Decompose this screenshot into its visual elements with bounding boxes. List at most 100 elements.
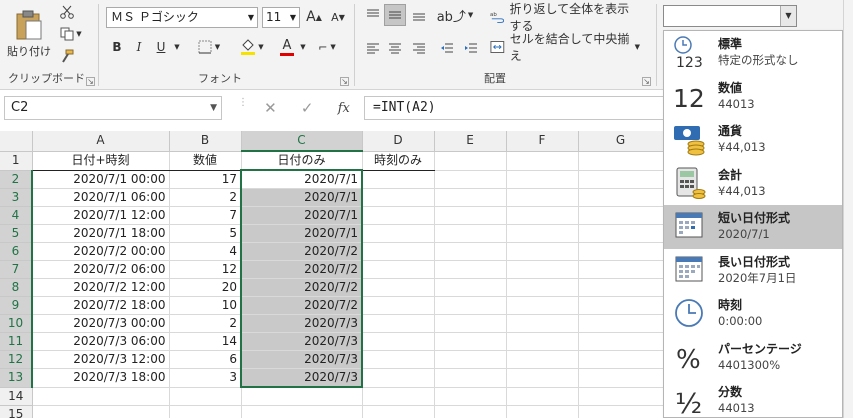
cell-date-only[interactable]: 2020/7/2 <box>240 260 363 279</box>
cell-time-only[interactable] <box>362 170 435 189</box>
cell[interactable] <box>578 170 664 189</box>
cell-date-time[interactable]: 2020/7/3 00:00 <box>32 314 170 333</box>
cell[interactable] <box>434 314 507 333</box>
format-painter-button[interactable] <box>56 46 78 66</box>
cell-date-time[interactable]: 2020/7/2 06:00 <box>32 260 170 279</box>
cell[interactable] <box>434 332 507 351</box>
cell-value[interactable]: 17 <box>169 170 242 189</box>
cell[interactable] <box>506 260 579 279</box>
underline-button[interactable]: U <box>152 38 170 56</box>
increase-indent-button[interactable] <box>460 38 482 58</box>
row-header[interactable]: 6 <box>0 242 33 261</box>
number-format-option[interactable]: 時刻 0:00:00 <box>664 292 842 336</box>
shrink-font-button[interactable]: A ▼ <box>328 7 348 27</box>
cell[interactable] <box>434 242 507 261</box>
cell[interactable] <box>506 170 579 189</box>
cell[interactable] <box>578 260 664 279</box>
cell[interactable] <box>506 224 579 243</box>
cell-time-only[interactable] <box>362 206 435 225</box>
cell[interactable] <box>362 405 435 418</box>
cell-date-time[interactable]: 2020/7/3 18:00 <box>32 368 170 388</box>
cell-date-time[interactable]: 2020/7/1 00:00 <box>32 170 170 189</box>
number-format-option[interactable]: 123 標準 特定の形式なし <box>664 31 842 75</box>
cell[interactable] <box>241 387 363 406</box>
name-box[interactable]: C2 ▼ <box>4 96 222 120</box>
align-middle-button[interactable] <box>384 4 406 26</box>
orientation-button[interactable]: ab⤴ ▼ <box>437 4 474 26</box>
column-header-e[interactable]: E <box>434 131 507 152</box>
cell-date-only[interactable]: 2020/7/3 <box>240 314 363 333</box>
grow-font-button[interactable]: A ▲ <box>304 7 324 27</box>
cell[interactable] <box>506 405 579 418</box>
italic-button[interactable]: I <box>130 38 148 56</box>
cell[interactable] <box>362 387 435 406</box>
font-launcher-icon[interactable]: ↘ <box>340 77 349 86</box>
number-format-option[interactable]: ½ 分数 44013 <box>664 379 842 417</box>
formula-input[interactable]: =INT(A2) <box>364 96 663 120</box>
row-header[interactable]: 12 <box>0 350 33 369</box>
cell-c1[interactable]: 日付のみ <box>241 151 363 171</box>
cut-button[interactable] <box>56 2 78 22</box>
cell[interactable] <box>578 206 664 225</box>
cell[interactable] <box>578 350 664 369</box>
font-name-select[interactable]: ＭＳ Ｐゴシック ▼ <box>106 7 258 28</box>
cell-value[interactable]: 2 <box>169 314 242 333</box>
cell[interactable] <box>434 387 507 406</box>
cell[interactable] <box>506 188 579 207</box>
row-header[interactable]: 9 <box>0 296 33 315</box>
row-header[interactable]: 1 <box>0 151 33 171</box>
row-header[interactable]: 15 <box>0 405 33 418</box>
number-format-option[interactable]: % パーセンテージ 4401300% <box>664 336 842 380</box>
font-size-select[interactable]: 11 ▼ <box>262 7 300 28</box>
cell[interactable] <box>506 332 579 351</box>
align-bottom-button[interactable] <box>408 4 430 26</box>
merge-center-button[interactable]: セルを結合して中央揃え ▼ <box>490 32 640 63</box>
column-header-a[interactable]: A <box>32 131 170 152</box>
cell-value[interactable]: 2 <box>169 188 242 207</box>
cell-date-only[interactable]: 2020/7/2 <box>240 278 363 297</box>
cell[interactable] <box>506 368 579 388</box>
cell-date-only[interactable]: 2020/7/3 <box>240 332 363 351</box>
cell[interactable] <box>32 405 170 418</box>
select-all-button[interactable] <box>0 131 33 152</box>
align-right-button[interactable] <box>408 38 430 58</box>
cell-date-time[interactable]: 2020/7/2 00:00 <box>32 242 170 261</box>
column-header-b[interactable]: B <box>169 131 242 152</box>
cell-b1[interactable]: 数値 <box>169 151 242 171</box>
row-header[interactable]: 14 <box>0 387 33 406</box>
number-format-option[interactable]: 短い日付形式 2020/7/1 <box>664 205 842 249</box>
cell[interactable] <box>506 350 579 369</box>
cell[interactable] <box>578 278 664 297</box>
cell-date-time[interactable]: 2020/7/2 18:00 <box>32 296 170 315</box>
cell-value[interactable]: 5 <box>169 224 242 243</box>
bold-button[interactable]: B <box>108 38 126 56</box>
cell[interactable] <box>506 387 579 406</box>
number-format-option[interactable]: 会計 ¥44,013 <box>664 162 842 206</box>
formula-bar-grip[interactable]: ⋮ <box>238 98 248 116</box>
number-format-select[interactable]: ▼ <box>663 5 797 27</box>
cell-date-only[interactable]: 2020/7/1 <box>240 224 363 243</box>
cell[interactable] <box>241 405 363 418</box>
cell-time-only[interactable] <box>362 188 435 207</box>
phonetic-button[interactable]: ⌐ ▼ <box>314 38 340 56</box>
cell-date-only[interactable]: 2020/7/3 <box>240 368 363 388</box>
cell[interactable] <box>434 206 507 225</box>
column-header-d[interactable]: D <box>362 131 435 152</box>
row-header[interactable]: 10 <box>0 314 33 333</box>
cell-time-only[interactable] <box>362 296 435 315</box>
cell-date-only[interactable]: 2020/7/1 <box>240 169 363 189</box>
row-header[interactable]: 2 <box>0 170 33 189</box>
cell[interactable] <box>434 296 507 315</box>
cell[interactable] <box>506 278 579 297</box>
cell-date-only[interactable]: 2020/7/1 <box>240 188 363 207</box>
cell-time-only[interactable] <box>362 278 435 297</box>
cell[interactable] <box>578 368 664 388</box>
cell[interactable] <box>506 314 579 333</box>
cell-time-only[interactable] <box>362 260 435 279</box>
cell-date-only[interactable]: 2020/7/2 <box>240 296 363 315</box>
cell-value[interactable]: 3 <box>169 368 242 388</box>
cell[interactable] <box>578 405 664 418</box>
row-header[interactable]: 13 <box>0 368 33 388</box>
check-icon[interactable]: ✓ <box>301 99 314 117</box>
cell[interactable] <box>578 296 664 315</box>
